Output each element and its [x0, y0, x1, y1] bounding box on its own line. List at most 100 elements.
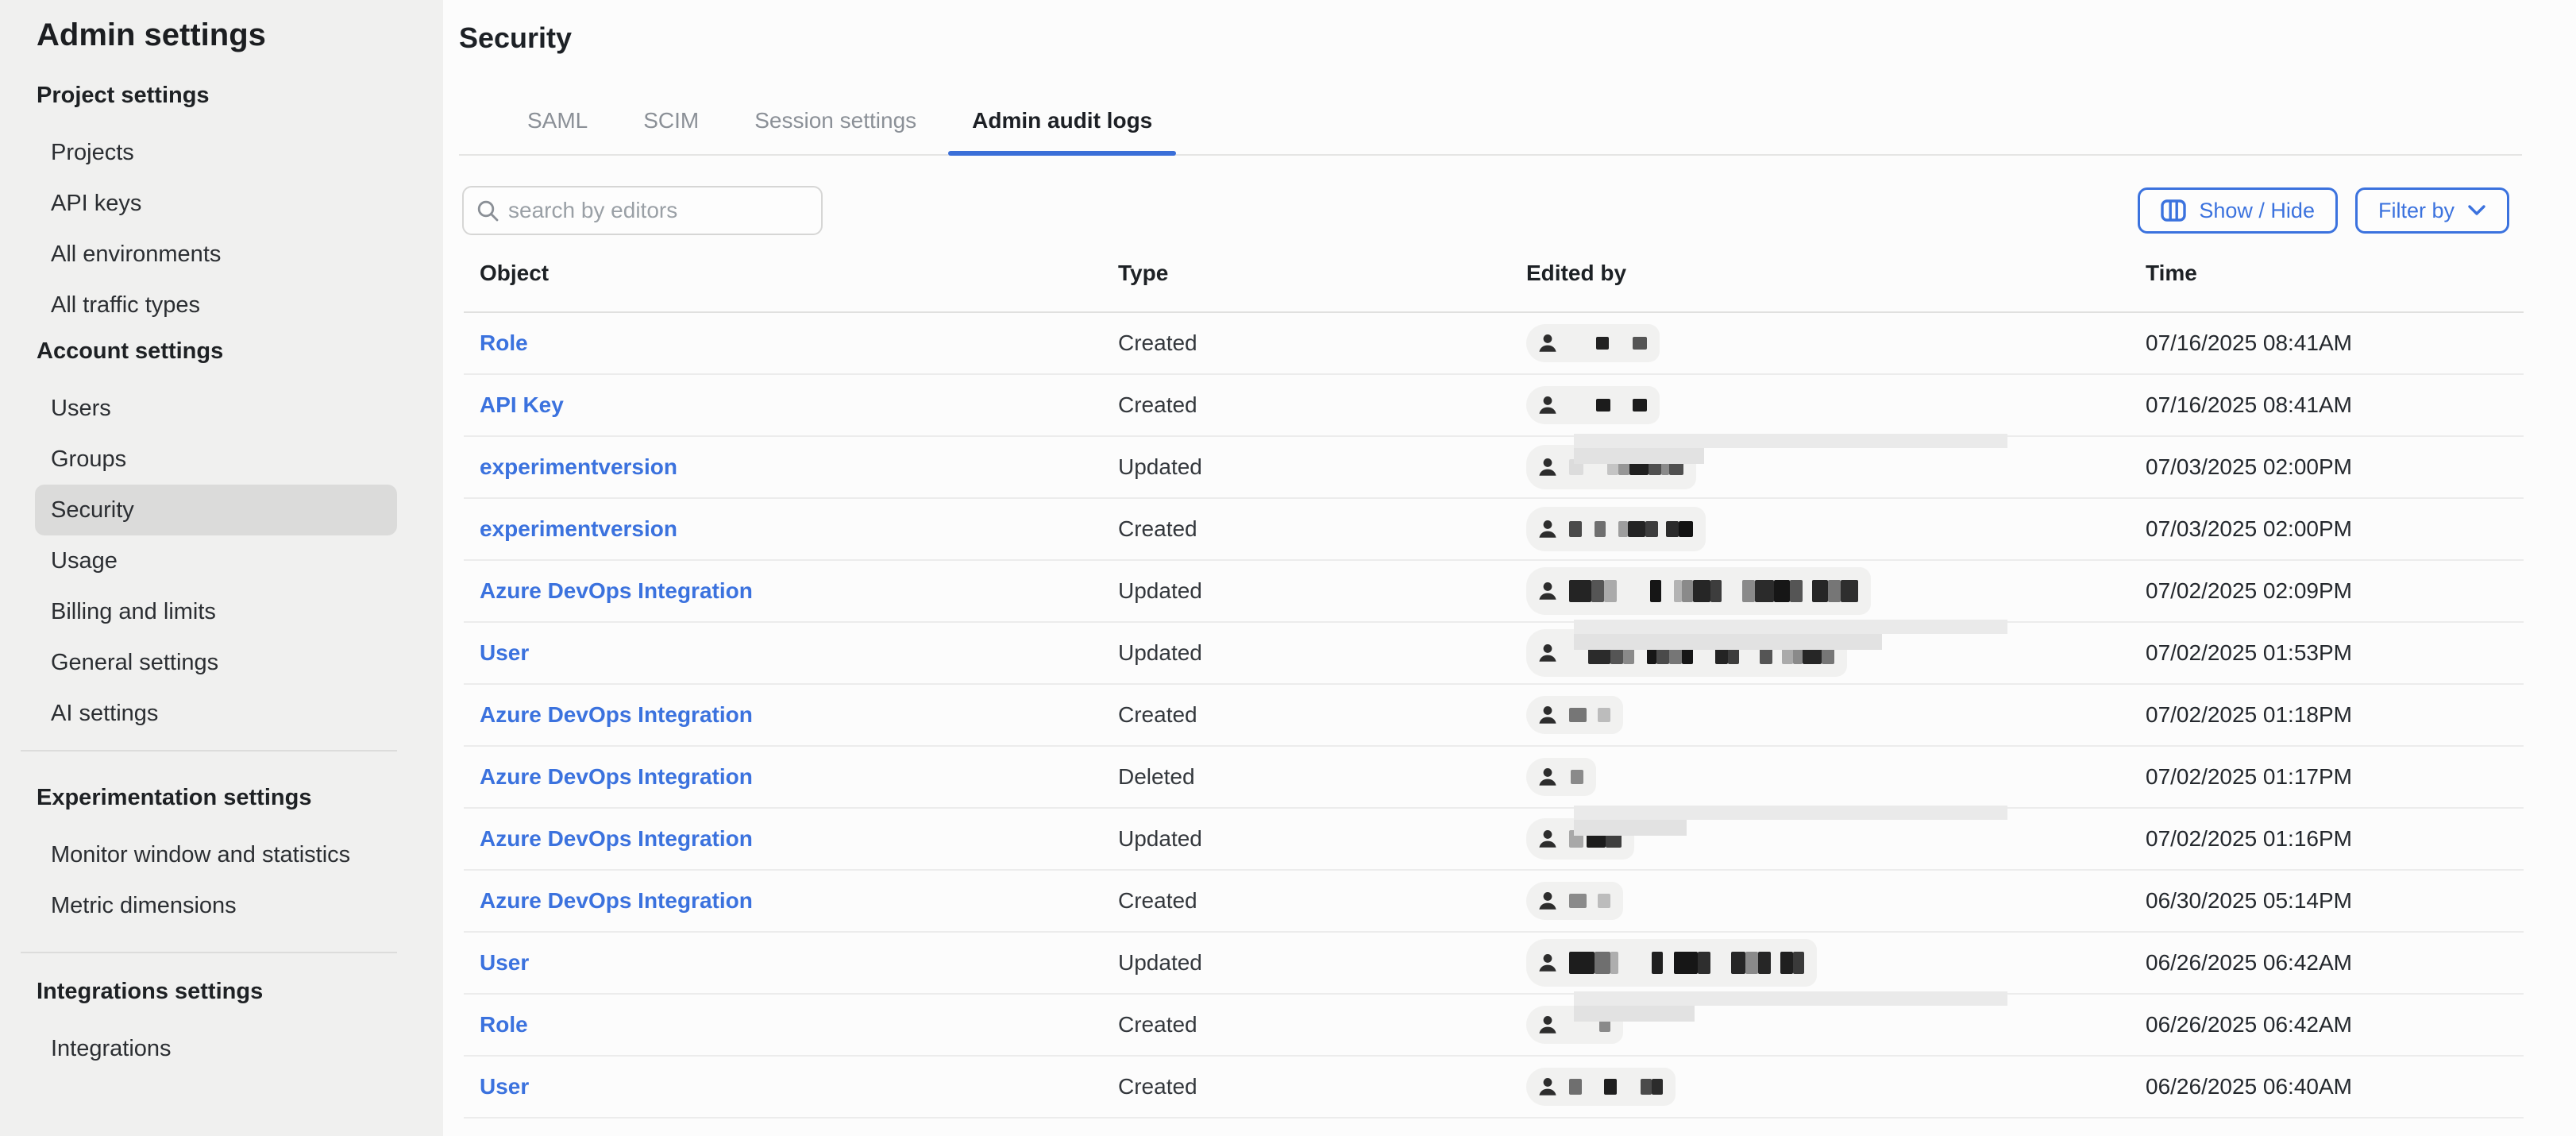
redacted-name-block: [1652, 952, 1663, 974]
search-box[interactable]: [462, 186, 823, 235]
admin-settings-app: Admin settings Project settingsProjectsA…: [0, 0, 2576, 1136]
sidebar-item-api-keys[interactable]: API keys: [35, 178, 397, 229]
redacted-name-block: [1569, 952, 1595, 974]
object-link[interactable]: experimentversion: [464, 454, 1118, 480]
time-cell: 07/02/2025 01:53PM: [2146, 640, 2524, 666]
object-link[interactable]: Azure DevOps Integration: [464, 888, 1118, 914]
redacted-name-block: [1682, 580, 1693, 602]
table-row: UserUpdated06/26/2025 06:42AM: [464, 933, 2524, 995]
time-cell: 07/02/2025 01:18PM: [2146, 702, 2524, 728]
object-link[interactable]: User: [464, 640, 1118, 666]
type-cell: Created: [1118, 392, 1526, 418]
table-row: UserCreated06/26/2025 06:40AM: [464, 1057, 2524, 1119]
object-link[interactable]: Role: [464, 330, 1118, 356]
tab-saml[interactable]: SAML: [503, 94, 611, 154]
sidebar-item-general-settings[interactable]: General settings: [35, 637, 397, 688]
tab-admin-audit-logs[interactable]: Admin audit logs: [948, 94, 1176, 154]
type-cell: Created: [1118, 516, 1526, 542]
editor-cell: [1526, 685, 2146, 745]
type-cell: Created: [1118, 1012, 1526, 1037]
redacted-name-block: [1728, 642, 1739, 664]
editor-cell: [1526, 623, 2146, 683]
redacted-name-block: [1782, 642, 1793, 664]
sidebar-item-users[interactable]: Users: [35, 383, 397, 434]
table-row: Azure DevOps IntegrationUpdated07/02/202…: [464, 809, 2524, 871]
editor-avatar-chip: [1526, 386, 1660, 424]
object-link[interactable]: Azure DevOps Integration: [464, 826, 1118, 852]
object-link[interactable]: Azure DevOps Integration: [464, 764, 1118, 790]
redacted-name-block: [1758, 952, 1771, 974]
type-cell: Created: [1118, 1074, 1526, 1099]
editor-cell: [1526, 809, 2146, 869]
redacted-name-block: [1661, 459, 1669, 475]
redacted-name-block: [1629, 459, 1649, 475]
filter-by-button[interactable]: Filter by: [2355, 187, 2509, 234]
object-link[interactable]: Role: [464, 1012, 1118, 1037]
redacted-name-block: [1587, 830, 1606, 848]
object-link[interactable]: User: [464, 950, 1118, 976]
redacted-name-block: [1571, 770, 1583, 784]
tab-session-settings[interactable]: Session settings: [731, 94, 940, 154]
sidebar-item-security[interactable]: Security: [35, 485, 397, 535]
sidebar-item-usage[interactable]: Usage: [35, 535, 397, 586]
sidebar-item-projects[interactable]: Projects: [35, 127, 397, 178]
redacted-name-block: [1682, 642, 1693, 664]
redacted-name-block: [1618, 459, 1629, 475]
sidebar-section-items: UsersGroupsSecurityUsageBilling and limi…: [0, 383, 443, 739]
filter-by-label: Filter by: [2378, 199, 2455, 223]
time-cell: 07/16/2025 08:41AM: [2146, 330, 2524, 356]
columns-icon: [2161, 199, 2186, 222]
redacted-name-block: [1598, 894, 1610, 908]
type-cell: Updated: [1118, 454, 1526, 480]
editor-avatar-chip: [1526, 507, 1706, 551]
toolbar-buttons: Show / Hide Filter by: [2138, 187, 2509, 234]
redacted-name-block: [1793, 642, 1803, 664]
table-row: experimentversionUpdated07/03/2025 02:00…: [464, 437, 2524, 499]
redacted-name-block: [1595, 521, 1606, 537]
redacted-name-block: [1679, 521, 1693, 537]
object-link[interactable]: experimentversion: [464, 516, 1118, 542]
search-input[interactable]: [508, 198, 808, 223]
editor-cell: [1526, 561, 2146, 621]
table-row: Azure DevOps IntegrationDeleted07/02/202…: [464, 747, 2524, 809]
sidebar-item-ai-settings[interactable]: AI settings: [35, 688, 397, 739]
redacted-name-block: [1652, 1079, 1663, 1095]
sidebar-divider: [21, 750, 397, 752]
editor-avatar-chip: [1526, 629, 1847, 677]
time-cell: 07/02/2025 01:17PM: [2146, 764, 2524, 790]
table-row: Azure DevOps IntegrationCreated06/30/202…: [464, 871, 2524, 933]
sidebar-item-all-traffic-types[interactable]: All traffic types: [35, 280, 397, 330]
tab-scim[interactable]: SCIM: [619, 94, 723, 154]
time-cell: 07/02/2025 01:16PM: [2146, 826, 2524, 852]
user-avatar-icon: [1537, 891, 1558, 911]
sidebar-item-monitor-window-and-statistics[interactable]: Monitor window and statistics: [35, 829, 397, 880]
redacted-name-block: [1649, 459, 1661, 475]
sidebar-item-integrations[interactable]: Integrations: [35, 1023, 397, 1074]
editor-avatar-chip: [1526, 1068, 1676, 1106]
sidebar-item-metric-dimensions[interactable]: Metric dimensions: [35, 880, 397, 931]
object-link[interactable]: Azure DevOps Integration: [464, 578, 1118, 604]
table-row: Azure DevOps IntegrationCreated07/02/202…: [464, 685, 2524, 747]
search-icon: [476, 199, 499, 222]
redacted-name-block: [1710, 580, 1722, 602]
sidebar-item-billing-and-limits[interactable]: Billing and limits: [35, 586, 397, 637]
sidebar-section-heading-project-settings: Project settings: [37, 76, 443, 114]
sidebar-item-all-environments[interactable]: All environments: [35, 229, 397, 280]
user-avatar-icon: [1537, 952, 1558, 973]
object-link[interactable]: Azure DevOps Integration: [464, 702, 1118, 728]
editor-avatar-chip: [1526, 818, 1634, 860]
object-link[interactable]: User: [464, 1074, 1118, 1099]
table-row: API KeyCreated07/16/2025 08:41AM: [464, 375, 2524, 437]
show-hide-columns-button[interactable]: Show / Hide: [2138, 187, 2338, 234]
sidebar-section-heading-account-settings: Account settings: [37, 332, 443, 370]
object-link[interactable]: API Key: [464, 392, 1118, 418]
sidebar-divider: [21, 952, 397, 953]
editor-avatar-chip: [1526, 758, 1596, 796]
time-cell: 06/26/2025 06:42AM: [2146, 1012, 2524, 1037]
editor-cell: [1526, 499, 2146, 559]
redacted-name-block: [1606, 830, 1622, 848]
column-header-type: Type: [1118, 261, 1526, 286]
redacted-name-block: [1666, 521, 1679, 537]
sidebar-item-groups[interactable]: Groups: [35, 434, 397, 485]
sidebar-section-heading-experimentation-settings: Experimentation settings: [37, 779, 443, 817]
